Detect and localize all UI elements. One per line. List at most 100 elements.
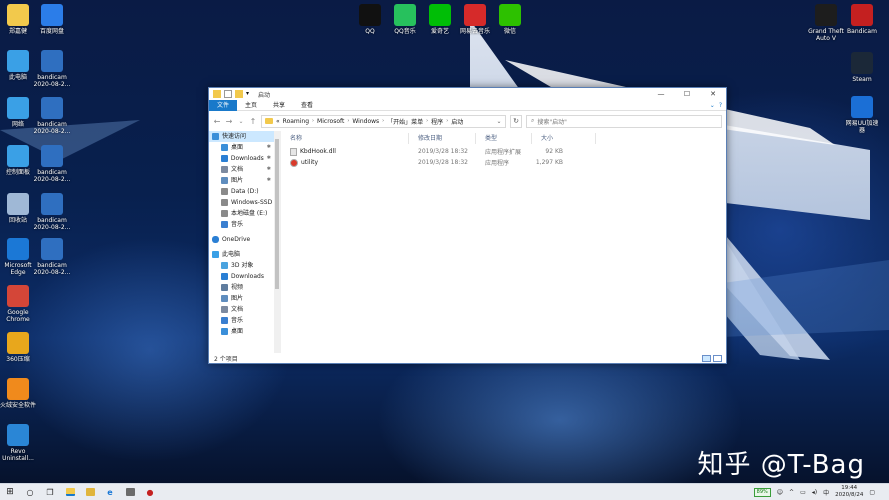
column-header-type[interactable]: 类型 bbox=[476, 133, 532, 144]
breadcrumb-separator-icon[interactable]: › bbox=[426, 118, 428, 124]
people-icon[interactable]: ☺ bbox=[777, 489, 783, 496]
desktop-icon-bandicam[interactable]: Bandicam bbox=[840, 4, 884, 35]
up-arrow-icon[interactable]: ↑ bbox=[249, 117, 257, 126]
scrollbar-thumb[interactable] bbox=[275, 139, 279, 289]
sidebar-item[interactable]: 桌面 bbox=[209, 326, 280, 337]
start-button[interactable]: ⊞ bbox=[0, 484, 20, 500]
expand-ribbon-icon[interactable]: ⌄ bbox=[710, 102, 715, 109]
search-placeholder[interactable]: 搜索"启动" bbox=[537, 117, 567, 126]
help-icon[interactable]: ? bbox=[719, 102, 722, 109]
file-row[interactable]: KbdHook.dll 2019/3/28 18:32 应用程序扩展 92 KB bbox=[281, 146, 726, 157]
minimize-button[interactable]: — bbox=[648, 88, 674, 100]
desktop-icon-revo[interactable]: Revo Uninstall... bbox=[0, 424, 40, 462]
file-size-cell: 92 KB bbox=[545, 148, 563, 155]
large-icons-view-icon[interactable] bbox=[713, 354, 722, 362]
properties-icon[interactable] bbox=[224, 90, 232, 98]
breadcrumb-separator-icon[interactable]: › bbox=[312, 118, 314, 124]
address-prefix[interactable]: « bbox=[276, 118, 280, 125]
sidebar-item[interactable]: Downloads ✱ bbox=[209, 153, 280, 164]
sidebar-scrollbar[interactable] bbox=[274, 131, 280, 353]
desktop-icon-huorong[interactable]: 火绒安全软件 bbox=[0, 378, 40, 409]
battery-indicator[interactable]: 89% bbox=[753, 487, 771, 497]
desktop-icon-video-file[interactable]: bandicam 2020-08-2... bbox=[30, 238, 74, 276]
sidebar-item[interactable]: 图片 ✱ bbox=[209, 175, 280, 186]
taskbar-app-store[interactable] bbox=[120, 484, 140, 500]
breadcrumb-windows[interactable]: Windows bbox=[352, 118, 379, 125]
breadcrumb-separator-icon[interactable]: › bbox=[347, 118, 349, 124]
breadcrumb-roaming[interactable]: Roaming bbox=[283, 118, 309, 125]
forward-arrow-icon[interactable]: → bbox=[225, 117, 233, 126]
sidebar-item[interactable]: Data (D:) bbox=[209, 186, 280, 197]
desktop-icon-video-file[interactable]: bandicam 2020-08-2... bbox=[30, 193, 74, 231]
sidebar-item-onedrive[interactable]: OneDrive bbox=[209, 234, 280, 245]
breadcrumb-separator-icon[interactable]: › bbox=[446, 118, 448, 124]
tab-file[interactable]: 文件 bbox=[209, 99, 238, 111]
sidebar-item[interactable]: 桌面 ✱ bbox=[209, 142, 280, 153]
desktop-icon-steam[interactable]: Steam bbox=[840, 52, 884, 83]
notification-icon[interactable]: ▢ bbox=[869, 489, 875, 496]
address-bar[interactable]: « Roaming › Microsoft › Windows › 「开始」菜单… bbox=[261, 114, 506, 128]
sidebar-item[interactable]: 视频 bbox=[209, 282, 280, 293]
taskbar-app-explorer[interactable] bbox=[60, 484, 80, 500]
desktop-icon-uu-accelerator[interactable]: 网易UU加速 器 bbox=[840, 96, 884, 134]
file-row[interactable]: utility 2019/3/28 18:32 应用程序 1,297 KB bbox=[281, 157, 726, 168]
taskbar-app-bandicam[interactable]: ● bbox=[140, 484, 160, 500]
column-header-size[interactable]: 大小 bbox=[532, 133, 596, 144]
tab-view[interactable]: 查看 bbox=[293, 100, 321, 111]
volume-icon[interactable]: ◂) bbox=[812, 489, 817, 496]
download-icon bbox=[221, 155, 228, 162]
sidebar-item[interactable]: 3D 对象 bbox=[209, 260, 280, 271]
taskbar-app-edge[interactable]: e bbox=[100, 484, 120, 500]
desktop-icon-baidu-netdisk[interactable]: 百度网盘 bbox=[30, 4, 74, 35]
input-language[interactable]: 中 bbox=[823, 488, 829, 497]
clock[interactable]: 19:44 2020/8/24 bbox=[835, 485, 863, 499]
breadcrumb-programs[interactable]: 程序 bbox=[431, 117, 443, 126]
network-icon[interactable]: ▭ bbox=[800, 489, 806, 496]
navigation-pane[interactable]: 快速访问 桌面 ✱ Downloads ✱ 文档 ✱ 图片 ✱ Data (D:) Windows… bbox=[209, 131, 281, 353]
taskbar-app-folder[interactable] bbox=[80, 484, 100, 500]
recent-chevron-icon[interactable]: ⌄ bbox=[237, 118, 245, 125]
tab-home[interactable]: 主页 bbox=[237, 100, 265, 111]
chevron-down-icon[interactable]: ▾ bbox=[246, 90, 252, 98]
column-header-date[interactable]: 修改日期 bbox=[409, 133, 476, 144]
netease-music-icon bbox=[464, 4, 486, 26]
video-file-icon bbox=[41, 238, 63, 260]
desktop-icon-video-file[interactable]: bandicam 2020-08-2... bbox=[30, 145, 74, 183]
sidebar-item[interactable]: 音乐 bbox=[209, 315, 280, 326]
tray-chevron-icon[interactable]: ^ bbox=[789, 489, 794, 496]
sidebar-item[interactable]: Downloads bbox=[209, 271, 280, 282]
breadcrumb-microsoft[interactable]: Microsoft bbox=[317, 118, 344, 125]
details-view-icon[interactable] bbox=[702, 354, 711, 362]
breadcrumb-start-menu[interactable]: 「开始」菜单 bbox=[387, 117, 423, 126]
desktop-icon-label: Revo Uninstall... bbox=[2, 448, 34, 462]
sidebar-item[interactable]: 文档 bbox=[209, 304, 280, 315]
desktop-icon-video-file[interactable]: bandicam 2020-08-2... bbox=[30, 97, 74, 135]
search-button[interactable]: ○ bbox=[20, 484, 40, 500]
breadcrumb-separator-icon[interactable]: › bbox=[382, 118, 384, 124]
desktop-icon-archive[interactable]: 360压缩 bbox=[0, 332, 40, 363]
maximize-button[interactable]: ☐ bbox=[674, 88, 700, 100]
column-header-name[interactable]: 名称 bbox=[281, 133, 409, 144]
dll-file-icon bbox=[290, 147, 297, 156]
desktop-icon-chrome[interactable]: Google Chrome bbox=[0, 285, 40, 323]
tab-share[interactable]: 共享 bbox=[265, 100, 293, 111]
sidebar-item[interactable]: Windows-SSD bbox=[209, 197, 280, 208]
sidebar-item[interactable]: 图片 bbox=[209, 293, 280, 304]
new-folder-icon[interactable] bbox=[235, 90, 243, 98]
drive-icon bbox=[221, 210, 228, 217]
sidebar-item-quick-access[interactable]: 快速访问 bbox=[209, 131, 280, 142]
search-box[interactable]: ⌕ 搜索"启动" bbox=[526, 114, 722, 128]
back-arrow-icon[interactable]: ← bbox=[213, 117, 221, 126]
pin-icon: ✱ bbox=[266, 177, 271, 183]
sidebar-item[interactable]: 本地磁盘 (E:) bbox=[209, 208, 280, 219]
sidebar-item-this-pc[interactable]: 此电脑 bbox=[209, 249, 280, 260]
desktop-icon-wechat[interactable]: 微信 bbox=[488, 4, 532, 35]
task-view-button[interactable]: ❐ bbox=[40, 484, 60, 500]
close-button[interactable]: ✕ bbox=[700, 88, 726, 100]
address-dropdown-icon[interactable]: ⌄ bbox=[493, 118, 505, 125]
breadcrumb-startup[interactable]: 启动 bbox=[451, 117, 463, 126]
sidebar-item[interactable]: 音乐 bbox=[209, 219, 280, 230]
sidebar-item[interactable]: 文档 ✱ bbox=[209, 164, 280, 175]
desktop-icon-video-file[interactable]: bandicam 2020-08-2... bbox=[30, 50, 74, 88]
refresh-button[interactable]: ↻ bbox=[510, 114, 522, 128]
